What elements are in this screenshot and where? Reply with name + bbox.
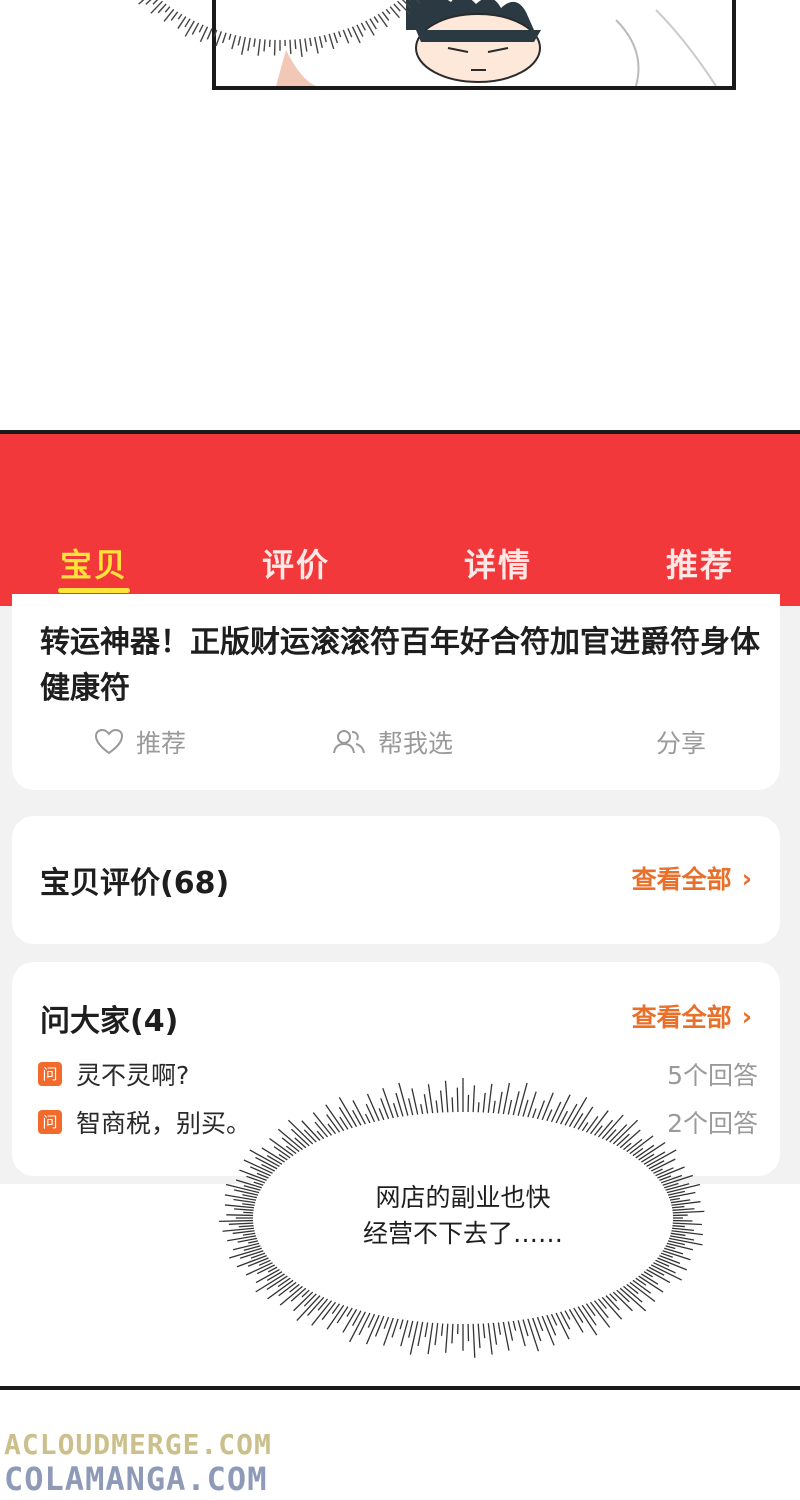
speech-text: 网店的副业也快 经营不下去了…… <box>206 1180 720 1252</box>
share-label: 分享 <box>656 729 707 758</box>
chevron-right-icon: › <box>741 1001 752 1031</box>
question-badge-icon: 问 <box>38 1110 62 1134</box>
speech-burst-top-edge <box>138 0 421 57</box>
speech-line-2: 经营不下去了…… <box>362 1219 563 1248</box>
see-all-label: 查看全部 <box>631 1003 732 1032</box>
watermark-colamanga: COLAMANGA.COM <box>4 1460 268 1498</box>
question-text: 灵不灵啊? <box>76 1061 190 1090</box>
panel-border-bottom <box>0 1386 800 1390</box>
watermark-acloudmerge: ACLOUDMERGE.COM <box>4 1428 272 1461</box>
help-choose-button[interactable]: 帮我选 <box>332 724 453 760</box>
app-header: 宝贝 评价 详情 推荐 <box>0 434 800 606</box>
tab-reviews[interactable]: 评价 <box>236 540 356 586</box>
speech-line-1: 网店的副业也快 <box>375 1183 551 1212</box>
share-button[interactable]: 分享 <box>656 724 706 760</box>
reviews-card[interactable]: 宝贝评价(68) 查看全部 › <box>12 816 780 944</box>
people-icon <box>333 730 365 754</box>
qa-see-all-link[interactable]: 查看全部 › <box>632 998 752 1034</box>
product-title: 转运神器！正版财运滚滚符百年好合符加官进爵符身体健康符 <box>40 625 760 706</box>
recommend-button[interactable]: 推荐 <box>94 724 186 760</box>
chevron-right-icon: › <box>741 863 752 893</box>
tab-details[interactable]: 详情 <box>438 540 558 586</box>
question-badge-icon: 问 <box>38 1062 62 1086</box>
recommend-label: 推荐 <box>136 729 187 758</box>
reviews-see-all-link[interactable]: 查看全部 › <box>632 860 752 896</box>
help-choose-label: 帮我选 <box>378 729 454 758</box>
qa-title: 问大家(4) <box>40 1004 179 1039</box>
tab-recommend[interactable]: 推荐 <box>640 540 760 586</box>
tab-baobei[interactable]: 宝贝 <box>34 540 154 586</box>
heart-icon <box>94 728 124 755</box>
active-tab-indicator <box>58 588 130 593</box>
reviews-title: 宝贝评价(68) <box>40 866 230 901</box>
see-all-label: 查看全部 <box>631 865 732 894</box>
product-card: 转运神器！正版财运滚滚符百年好合符加官进爵符身体健康符 推荐 帮我选 分享 <box>12 594 780 790</box>
